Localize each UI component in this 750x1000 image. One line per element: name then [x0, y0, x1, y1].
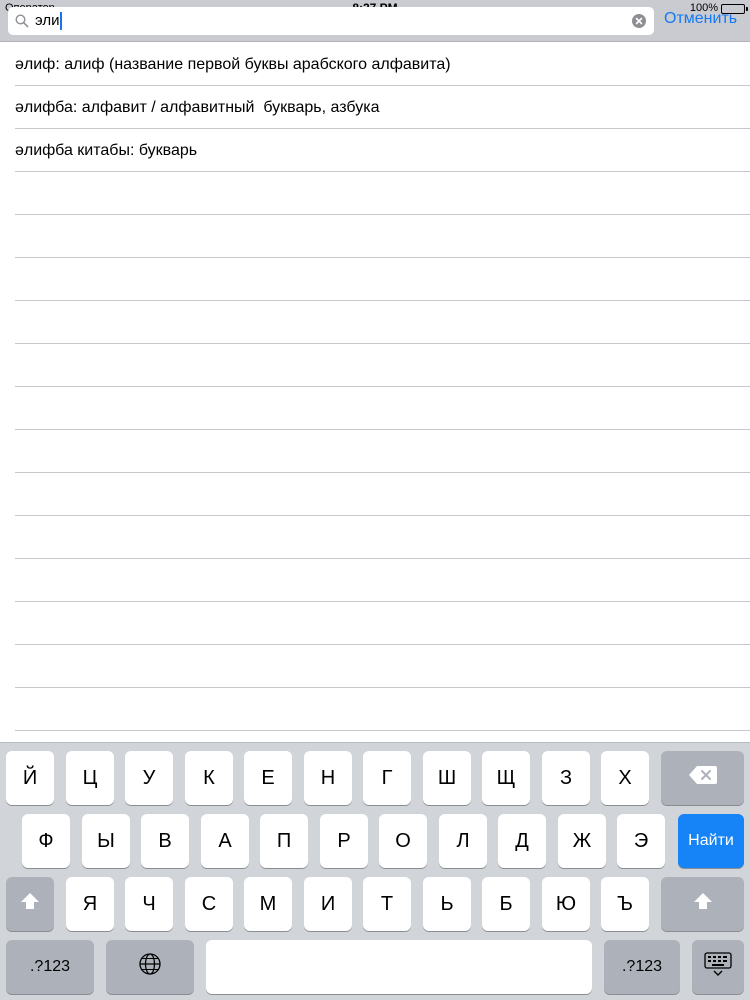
list-item[interactable]: әлиф: алиф (название первой буквы арабск… [15, 43, 750, 86]
backspace-button[interactable] [661, 751, 744, 805]
empty-row [15, 559, 750, 602]
empty-row [15, 688, 750, 731]
key-б[interactable]: Б [482, 877, 530, 931]
key-г[interactable]: Г [363, 751, 411, 805]
key-с[interactable]: С [185, 877, 233, 931]
key-л[interactable]: Л [439, 814, 487, 868]
key-м[interactable]: М [244, 877, 292, 931]
key-я[interactable]: Я [66, 877, 114, 931]
empty-row [15, 516, 750, 559]
search-field[interactable]: эли [8, 7, 654, 35]
key-к[interactable]: К [185, 751, 233, 805]
list-item-label: әлифба китабы: букварь [15, 142, 198, 159]
key-ч[interactable]: Ч [125, 877, 173, 931]
list-item[interactable]: әлифба: алфавит / алфавитный букварь, аз… [15, 86, 750, 129]
search-input[interactable]: эли [35, 7, 63, 35]
list-item-label: әлифба: алфавит / алфавитный букварь, аз… [15, 99, 380, 116]
key-й[interactable]: Й [6, 751, 54, 805]
key-ш[interactable]: Ш [423, 751, 471, 805]
key-э[interactable]: Э [617, 814, 665, 868]
top-bar: Оператор 8:27 PM 100% эли Отменить [0, 0, 750, 42]
shift-key-right[interactable] [661, 877, 744, 931]
search-icon [15, 14, 29, 28]
empty-row [15, 602, 750, 645]
empty-row [15, 215, 750, 258]
shift-key-left[interactable] [6, 877, 54, 931]
empty-row [15, 430, 750, 473]
key-ь[interactable]: Ь [423, 877, 471, 931]
space-bar[interactable] [206, 940, 592, 994]
key-р[interactable]: Р [320, 814, 368, 868]
empty-row [15, 172, 750, 215]
numbers-key-left[interactable]: .?123 [6, 940, 94, 994]
empty-row [15, 301, 750, 344]
key-д[interactable]: Д [498, 814, 546, 868]
numbers-key-right[interactable]: .?123 [604, 940, 680, 994]
key-ц[interactable]: Ц [66, 751, 114, 805]
key-п[interactable]: П [260, 814, 308, 868]
empty-row [15, 344, 750, 387]
list-item-label: әлиф: алиф (название первой буквы арабск… [15, 56, 451, 73]
key-ы[interactable]: Ы [82, 814, 130, 868]
backspace-icon [688, 765, 718, 791]
empty-row [15, 258, 750, 301]
shift-icon [20, 892, 40, 916]
results-list: әлиф: алиф (название первой буквы арабск… [0, 43, 750, 743]
empty-row [15, 387, 750, 430]
key-о[interactable]: О [379, 814, 427, 868]
keyboard-dismiss-icon [704, 952, 732, 982]
key-ю[interactable]: Ю [542, 877, 590, 931]
text-caret [60, 12, 63, 30]
search-key[interactable]: Найти [678, 814, 744, 868]
keyboard-dismiss-key[interactable] [692, 940, 744, 994]
search-query-text: эли [35, 12, 60, 29]
key-н[interactable]: Н [304, 751, 352, 805]
cancel-button[interactable]: Отменить [664, 10, 737, 28]
key-з[interactable]: З [542, 751, 590, 805]
key-а[interactable]: А [201, 814, 249, 868]
empty-row [15, 645, 750, 688]
key-у[interactable]: У [125, 751, 173, 805]
key-е[interactable]: Е [244, 751, 292, 805]
empty-row [15, 473, 750, 516]
key-щ[interactable]: Щ [482, 751, 530, 805]
clear-icon[interactable] [632, 14, 646, 28]
key-х[interactable]: Х [601, 751, 649, 805]
key-в[interactable]: В [141, 814, 189, 868]
shift-icon [693, 892, 713, 916]
list-item[interactable]: әлифба китабы: букварь [15, 129, 750, 172]
key-ф[interactable]: Ф [22, 814, 70, 868]
key-ъ[interactable]: Ъ [601, 877, 649, 931]
globe-key[interactable] [106, 940, 194, 994]
key-и[interactable]: И [304, 877, 352, 931]
key-ж[interactable]: Ж [558, 814, 606, 868]
empty-rows [0, 172, 750, 731]
keyboard: Й Ц У К Е Н Г Ш Щ З Х Ф Ы В А П Р О Л Д … [0, 742, 750, 1000]
key-т[interactable]: Т [363, 877, 411, 931]
globe-icon [138, 952, 162, 982]
